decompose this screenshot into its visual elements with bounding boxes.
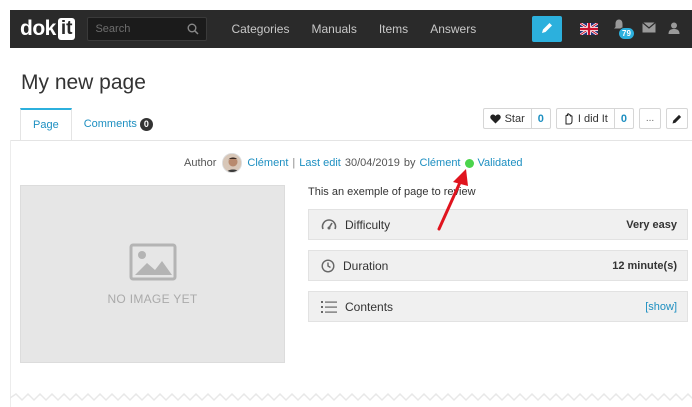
difficulty-label: Difficulty — [345, 217, 391, 232]
more-label: ... — [645, 113, 655, 124]
tab-page[interactable]: Page — [20, 108, 72, 140]
page-title: My new page — [21, 71, 146, 94]
star-button-inner: Star — [484, 109, 531, 128]
notifications-button[interactable]: 79 — [612, 18, 635, 40]
i-did-it-button[interactable]: I did It 0 — [555, 108, 634, 129]
gauge-icon — [321, 218, 337, 232]
search-input[interactable] — [88, 18, 179, 40]
menu-item-categories[interactable]: Categories — [231, 22, 289, 36]
star-count: 0 — [530, 109, 550, 128]
i-did-it-label: I did It — [577, 112, 608, 125]
user-icon[interactable] — [668, 22, 680, 37]
pencil-icon — [671, 113, 683, 125]
page-actions: Star 0 I did It 0 ... — [482, 108, 688, 129]
menu-item-answers[interactable]: Answers — [430, 22, 476, 36]
top-navbar: dok it Categories Manuals Items Answers — [10, 10, 692, 48]
tabs-divider — [10, 140, 692, 141]
separator: | — [292, 157, 296, 169]
avatar[interactable] — [222, 153, 243, 173]
notifications-badge: 79 — [618, 27, 635, 40]
duration-value: 12 minute(s) — [612, 259, 677, 272]
tab-comments-label: Comments — [83, 118, 137, 130]
last-edit-date: 30/04/2019 — [344, 157, 400, 169]
image-placeholder: NO IMAGE YET — [20, 185, 285, 363]
tab-comments[interactable]: Comments 0 — [72, 108, 165, 140]
contents-show-link[interactable]: [show] — [645, 301, 677, 313]
create-button[interactable] — [532, 16, 562, 42]
navbar-right: 79 — [532, 10, 692, 48]
torn-edge-divider — [10, 392, 692, 402]
main-menu: Categories Manuals Items Answers — [231, 22, 498, 36]
difficulty-value: Very easy — [626, 218, 677, 231]
clock-icon — [321, 258, 335, 273]
image-icon — [129, 243, 177, 284]
comments-count-badge: 0 — [139, 117, 153, 131]
mail-icon[interactable] — [642, 22, 656, 36]
no-image-text: NO IMAGE YET — [107, 291, 198, 306]
duration-label: Duration — [343, 258, 389, 273]
tab-page-label: Page — [33, 119, 59, 131]
list-icon — [321, 300, 337, 314]
star-button[interactable]: Star 0 — [482, 108, 551, 129]
logo-box: it — [57, 18, 76, 40]
logo[interactable]: dok it — [20, 10, 76, 48]
hand-icon — [563, 112, 574, 125]
menu-item-manuals[interactable]: Manuals — [311, 22, 356, 36]
author-link[interactable]: Clément — [247, 157, 288, 169]
annotation-arrow-icon — [437, 169, 468, 231]
menu-item-items[interactable]: Items — [379, 22, 408, 36]
contents-row: Contents [show] — [308, 291, 688, 322]
more-button[interactable]: ... — [639, 108, 661, 129]
duration-row: Duration 12 minute(s) — [308, 250, 688, 281]
edit-page-button[interactable] — [666, 108, 688, 129]
contents-label: Contents — [345, 299, 394, 314]
uk-flag-icon[interactable] — [579, 21, 599, 37]
status-badge[interactable]: Validated — [478, 157, 523, 169]
pencil-icon — [540, 21, 554, 38]
content-left-border — [10, 140, 11, 407]
last-edit-link[interactable]: Last edit — [299, 157, 341, 169]
i-did-it-button-inner: I did It — [557, 109, 614, 128]
difficulty-row: Difficulty Very easy — [308, 209, 688, 240]
star-label: Star — [504, 112, 525, 125]
search-box — [87, 17, 208, 41]
heart-icon — [489, 114, 501, 124]
search-icon[interactable] — [187, 23, 199, 38]
i-did-it-count: 0 — [613, 109, 633, 128]
author-label: Author — [184, 157, 217, 169]
page-tabs: Page Comments 0 — [20, 108, 165, 140]
by-label: by — [403, 157, 416, 169]
logo-text: dok — [20, 17, 56, 40]
